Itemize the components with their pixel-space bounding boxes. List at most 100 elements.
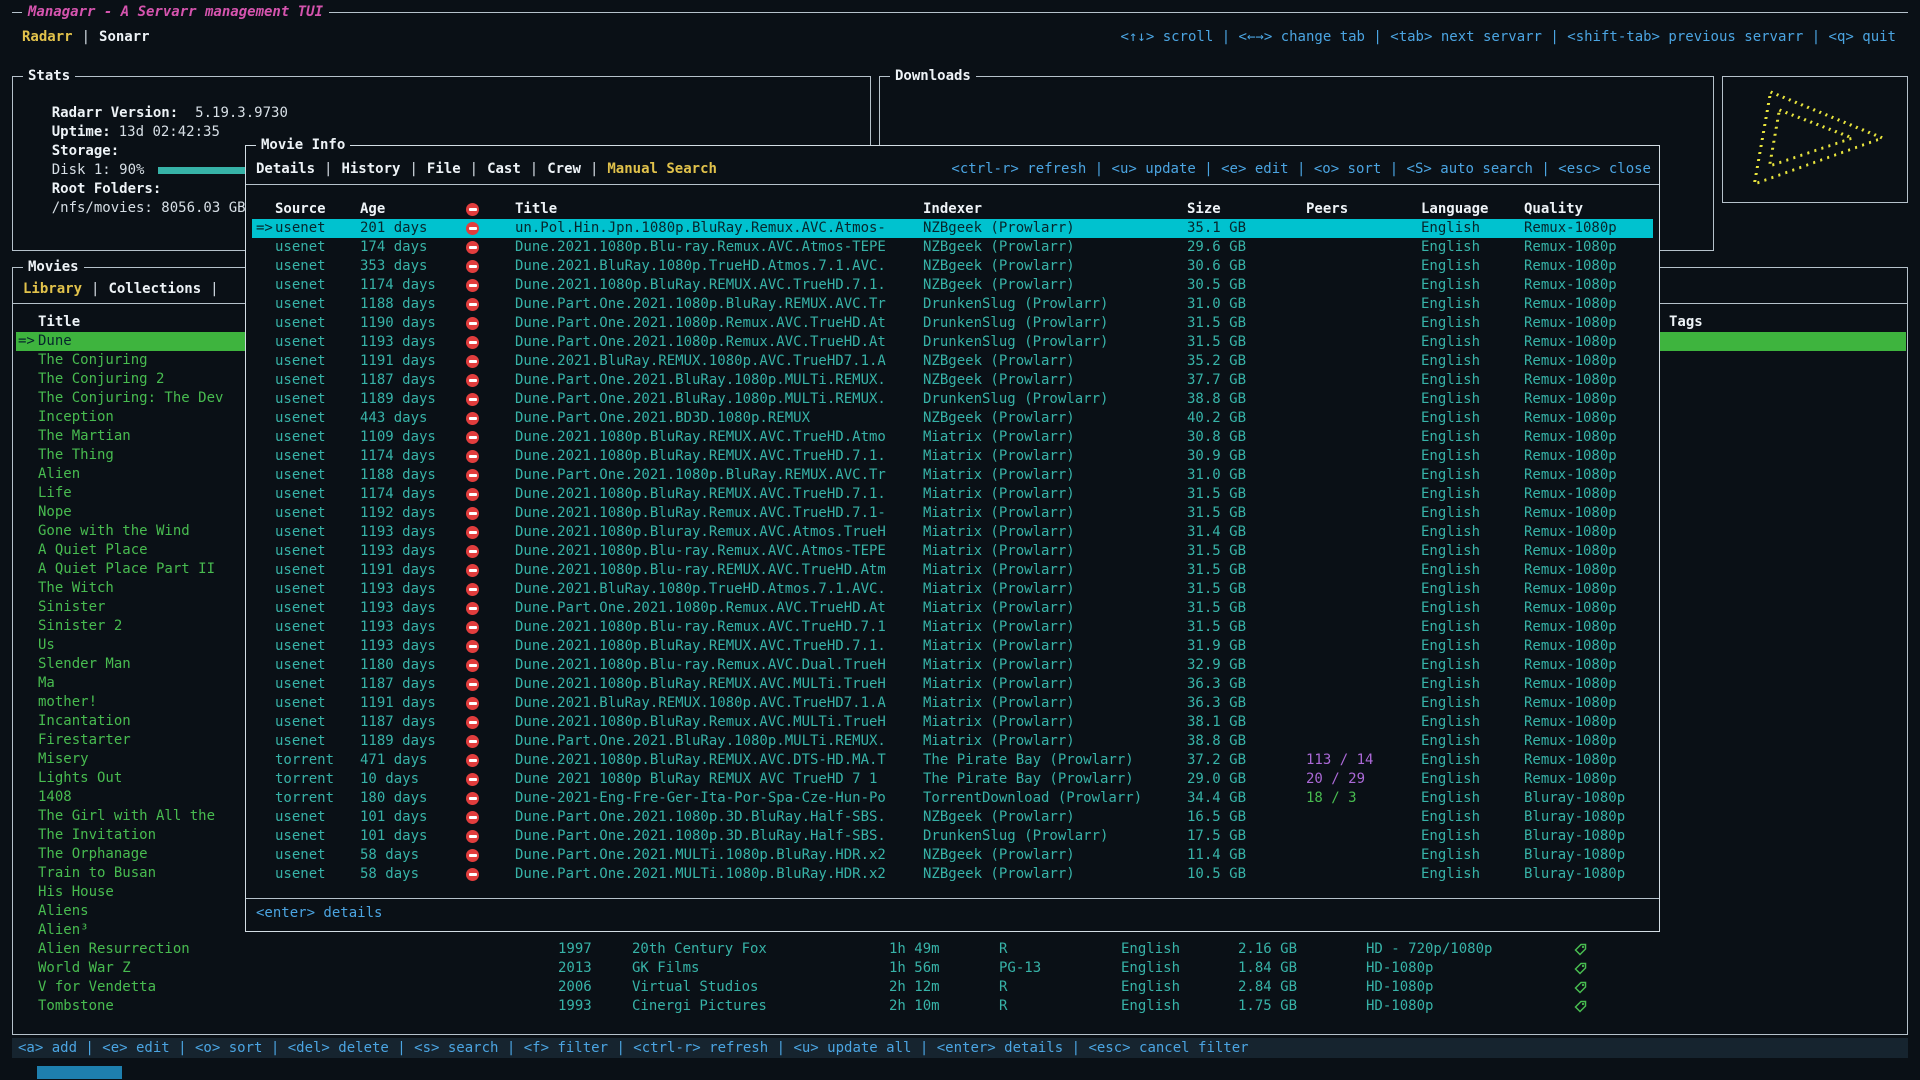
tab-radarr[interactable]: Radarr bbox=[22, 29, 73, 45]
cell-quality: HD-1080p bbox=[1366, 997, 1433, 1016]
movie-table-row[interactable]: 2013GK Films1h 56mPG-13English1.84 GBHD-… bbox=[13, 959, 1907, 978]
downloads-panel-title: Downloads bbox=[890, 67, 976, 85]
search-result-row[interactable]: usenet1193 daysDune.Part.One.2021.1080p.… bbox=[252, 599, 1653, 618]
cell-title: Dune.2021.BluRay.1080p.TrueHD.Atmos.7.1.… bbox=[515, 257, 886, 276]
search-result-row[interactable]: usenet1193 daysDune.2021.1080p.Blu-ray.R… bbox=[252, 618, 1653, 637]
cell-runtime: 1h 49m bbox=[889, 940, 940, 959]
search-result-row[interactable]: =>usenet201 daysun.Pol.Hin.Jpn.1080p.Blu… bbox=[252, 219, 1653, 238]
cell-title: Dune.Part.One.2021.BluRay.1080p.MULTi.RE… bbox=[515, 390, 886, 409]
tab-details[interactable]: Details bbox=[256, 161, 315, 177]
cell-quality: Remux-1080p bbox=[1524, 770, 1617, 789]
cell-indexer: Miatrix (Prowlarr) bbox=[923, 732, 1075, 751]
tab-sonarr[interactable]: Sonarr bbox=[99, 29, 150, 45]
search-result-row[interactable]: usenet1190 daysDune.Part.One.2021.1080p.… bbox=[252, 314, 1653, 333]
tab-manual-search[interactable]: Manual Search bbox=[607, 161, 717, 177]
cell-source: torrent bbox=[275, 770, 334, 789]
movie-table-row[interactable]: 1993Cinergi Pictures2h 10mREnglish1.75 G… bbox=[13, 997, 1907, 1016]
search-result-row[interactable]: usenet58 daysDune.Part.One.2021.MULTi.10… bbox=[252, 846, 1653, 865]
column-title[interactable]: Title bbox=[515, 200, 557, 219]
cell-title: Dune.2021.1080p.BluRay.REMUX.AVC.TrueHD.… bbox=[515, 428, 886, 447]
cell-size: 31.5 GB bbox=[1187, 580, 1246, 599]
cell-source: usenet bbox=[275, 618, 326, 637]
column-size[interactable]: Size bbox=[1187, 200, 1221, 219]
column-quality[interactable]: Quality bbox=[1524, 200, 1583, 219]
search-result-row[interactable]: usenet1174 daysDune.2021.1080p.BluRay.RE… bbox=[252, 276, 1653, 295]
rejected-icon bbox=[466, 526, 479, 539]
search-result-row[interactable]: usenet1188 daysDune.Part.One.2021.1080p.… bbox=[252, 466, 1653, 485]
cell-size: 37.2 GB bbox=[1187, 751, 1246, 770]
search-result-row[interactable]: torrent180 daysDune-2021-Eng-Fre-Ger-Ita… bbox=[252, 789, 1653, 808]
cell-language: English bbox=[1421, 504, 1480, 523]
search-result-row[interactable]: usenet1187 daysDune.2021.1080p.BluRay.Re… bbox=[252, 713, 1653, 732]
cell-indexer: Miatrix (Prowlarr) bbox=[923, 637, 1075, 656]
tab-file[interactable]: File bbox=[427, 161, 461, 177]
column-source[interactable]: Source bbox=[275, 200, 326, 219]
cell-quality: Remux-1080p bbox=[1524, 333, 1617, 352]
tab-history[interactable]: History bbox=[341, 161, 400, 177]
search-result-row[interactable]: usenet1109 daysDune.2021.1080p.BluRay.RE… bbox=[252, 428, 1653, 447]
search-result-row[interactable]: usenet1193 daysDune.2021.BluRay.1080p.Tr… bbox=[252, 580, 1653, 599]
cell-language: English bbox=[1421, 276, 1480, 295]
search-result-row[interactable]: usenet1191 daysDune.2021.BluRay.REMUX.10… bbox=[252, 352, 1653, 371]
cell-source: usenet bbox=[275, 219, 326, 238]
search-result-row[interactable]: usenet58 daysDune.Part.One.2021.MULTi.10… bbox=[252, 865, 1653, 884]
cell-source: usenet bbox=[275, 580, 326, 599]
search-result-row[interactable]: usenet1193 daysDune.2021.1080p.Bluray.Re… bbox=[252, 523, 1653, 542]
column-language[interactable]: Language bbox=[1421, 200, 1488, 219]
search-result-row[interactable]: usenet353 daysDune.2021.BluRay.1080p.Tru… bbox=[252, 257, 1653, 276]
cell-age: 1193 days bbox=[360, 580, 436, 599]
column-age[interactable]: Age bbox=[360, 200, 385, 219]
cell-source: torrent bbox=[275, 789, 334, 808]
search-result-row[interactable]: usenet443 daysDune.Part.One.2021.BD3D.10… bbox=[252, 409, 1653, 428]
search-result-row[interactable]: usenet1192 daysDune.2021.1080p.BluRay.Re… bbox=[252, 504, 1653, 523]
cell-size: 2.16 GB bbox=[1238, 940, 1297, 959]
search-result-row[interactable]: usenet174 daysDune.2021.1080p.Blu-ray.Re… bbox=[252, 238, 1653, 257]
search-result-row[interactable]: usenet1193 daysDune.2021.1080p.Blu-ray.R… bbox=[252, 542, 1653, 561]
cell-indexer: DrunkenSlug (Prowlarr) bbox=[923, 314, 1108, 333]
cell-size: 29.0 GB bbox=[1187, 770, 1246, 789]
stats-panel-title: Stats bbox=[23, 67, 75, 85]
cell-indexer: Miatrix (Prowlarr) bbox=[923, 561, 1075, 580]
search-result-row[interactable]: torrent10 daysDune 2021 1080p BluRay REM… bbox=[252, 770, 1653, 789]
cell-quality: Remux-1080p bbox=[1524, 751, 1617, 770]
cell-indexer: DrunkenSlug (Prowlarr) bbox=[923, 827, 1108, 846]
search-result-row[interactable]: usenet1187 daysDune.Part.One.2021.BluRay… bbox=[252, 371, 1653, 390]
search-result-row[interactable]: usenet1189 daysDune.Part.One.2021.BluRay… bbox=[252, 732, 1653, 751]
search-result-row[interactable]: usenet1193 daysDune.2021.1080p.BluRay.RE… bbox=[252, 637, 1653, 656]
tab-crew[interactable]: Crew bbox=[547, 161, 581, 177]
cell-indexer: NZBgeek (Prowlarr) bbox=[923, 808, 1075, 827]
cell-age: 1191 days bbox=[360, 352, 436, 371]
cell-source: usenet bbox=[275, 846, 326, 865]
movie-table-row[interactable]: 2006Virtual Studios2h 12mREnglish2.84 GB… bbox=[13, 978, 1907, 997]
column-indexer[interactable]: Indexer bbox=[923, 200, 982, 219]
cell-peers: 18 / 3 bbox=[1306, 789, 1357, 808]
search-result-row[interactable]: usenet1188 daysDune.Part.One.2021.1080p.… bbox=[252, 295, 1653, 314]
cell-age: 101 days bbox=[360, 808, 427, 827]
rejected-icon bbox=[466, 602, 479, 615]
column-peers[interactable]: Peers bbox=[1306, 200, 1348, 219]
search-result-row[interactable]: usenet1191 daysDune.2021.1080p.Blu-ray.R… bbox=[252, 561, 1653, 580]
search-result-row[interactable]: usenet1174 daysDune.2021.1080p.BluRay.RE… bbox=[252, 485, 1653, 504]
search-result-row[interactable]: torrent471 daysDune.2021.1080p.BluRay.RE… bbox=[252, 751, 1653, 770]
cell-age: 353 days bbox=[360, 257, 427, 276]
cell-language: English bbox=[1421, 428, 1480, 447]
search-result-row[interactable]: usenet1191 daysDune.2021.BluRay.REMUX.10… bbox=[252, 694, 1653, 713]
rejected-icon bbox=[466, 507, 479, 520]
search-result-row[interactable]: usenet101 daysDune.Part.One.2021.1080p.3… bbox=[252, 827, 1653, 846]
search-result-row[interactable]: usenet1174 daysDune.2021.1080p.BluRay.RE… bbox=[252, 447, 1653, 466]
tab-cast[interactable]: Cast bbox=[487, 161, 521, 177]
cell-indexer: NZBgeek (Prowlarr) bbox=[923, 352, 1075, 371]
cell-title: Dune.2021.BluRay.REMUX.1080p.AVC.TrueHD7… bbox=[515, 694, 886, 713]
search-result-row[interactable]: usenet1187 daysDune.2021.1080p.BluRay.RE… bbox=[252, 675, 1653, 694]
cell-source: usenet bbox=[275, 276, 326, 295]
cell-title: Dune.Part.One.2021.BluRay.1080p.MULTi.RE… bbox=[515, 371, 886, 390]
cell-source: usenet bbox=[275, 295, 326, 314]
search-result-row[interactable]: usenet1193 daysDune.Part.One.2021.1080p.… bbox=[252, 333, 1653, 352]
search-result-row[interactable]: usenet1189 daysDune.Part.One.2021.BluRay… bbox=[252, 390, 1653, 409]
cell-language: English bbox=[1421, 295, 1480, 314]
movie-table-row[interactable]: 199720th Century Fox1h 49mREnglish2.16 G… bbox=[13, 940, 1907, 959]
search-result-row[interactable]: usenet1180 daysDune.2021.1080p.Blu-ray.R… bbox=[252, 656, 1653, 675]
cell-language: English bbox=[1421, 314, 1480, 333]
search-result-row[interactable]: usenet101 daysDune.Part.One.2021.1080p.3… bbox=[252, 808, 1653, 827]
cell-source: usenet bbox=[275, 466, 326, 485]
